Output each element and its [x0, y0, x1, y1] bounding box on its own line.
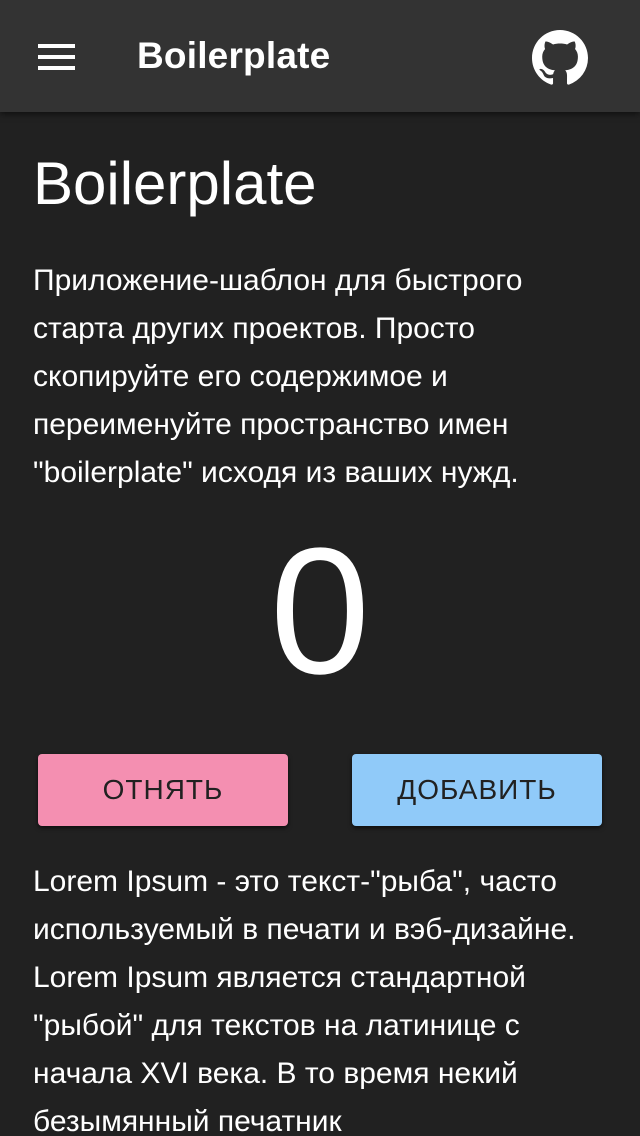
- menu-button[interactable]: [24, 32, 88, 80]
- main-content: Boilerplate Приложение-шаблон для быстро…: [0, 112, 640, 1136]
- app-bar: Boilerplate: [0, 0, 640, 112]
- lorem-text: Lorem Ipsum - это текст-"рыба", часто ис…: [33, 865, 576, 1136]
- github-link[interactable]: [532, 30, 588, 86]
- counter-value: 0: [269, 511, 371, 712]
- github-icon: [532, 30, 588, 85]
- page-title: Boilerplate: [33, 150, 317, 217]
- intro-text: Приложение-шаблон для быстрого старта др…: [33, 264, 523, 489]
- add-button[interactable]: ДОБАВИТЬ: [352, 754, 602, 826]
- subtract-button[interactable]: ОТНЯТЬ: [38, 754, 288, 826]
- app-bar-title: Boilerplate: [137, 35, 331, 76]
